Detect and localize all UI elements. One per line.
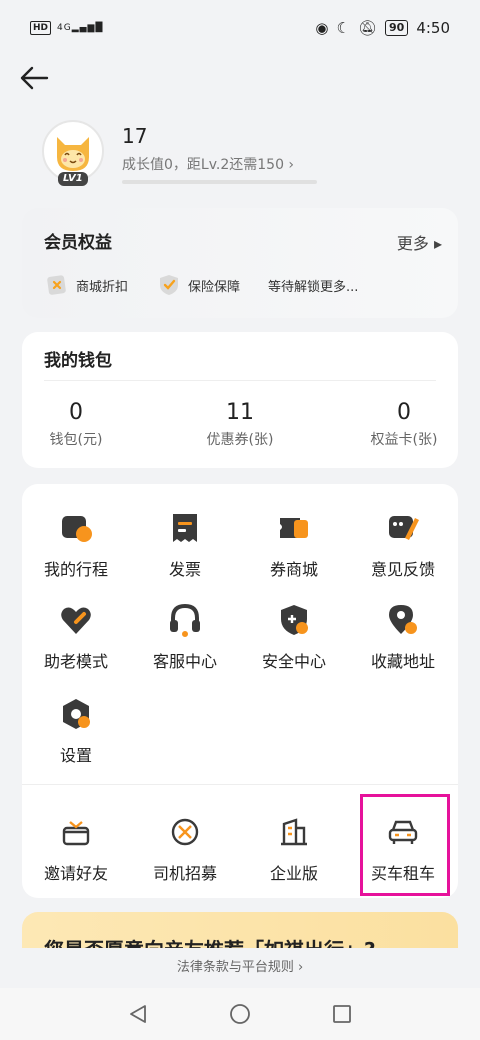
moon-icon: ☾ (336, 19, 350, 37)
back-arrow-icon (20, 66, 49, 90)
mute-bell-icon: 🔕︎ (357, 19, 377, 37)
username: 17 (122, 124, 148, 148)
growth-value-link[interactable]: 成长值0，距Lv.2还需150 › (122, 154, 294, 174)
highlight-box (360, 794, 450, 896)
square-recents-icon (333, 1005, 351, 1023)
status-left: HD 4G▂▄▆█ (30, 21, 103, 35)
wallet-benefit-cards[interactable]: 0 权益卡(张) (344, 400, 464, 449)
wallet-title: 我的钱包 (44, 351, 112, 371)
mall-discount-icon (44, 272, 70, 298)
level-badge: LV1 (58, 172, 88, 186)
gift-icon (62, 821, 90, 846)
service-invite-friends-label: 邀请好友 (43, 864, 108, 883)
steering-wheel-icon (171, 818, 199, 846)
service-saved-addresses[interactable]: 收藏地址 (349, 602, 457, 692)
service-safety-center[interactable]: 安全中心 (240, 602, 348, 692)
benefits-title: 会员权益 (44, 233, 112, 253)
service-driver-recruitment-label: 司机招募 (152, 864, 217, 883)
circle-home-icon (230, 1004, 250, 1024)
location-pin-icon (389, 605, 417, 634)
service-invoice-label: 发票 (168, 560, 201, 579)
wallet-card: 我的钱包 0 钱包(元) 11 优惠券(张) 0 权益卡(张) (22, 332, 458, 468)
services-divider (22, 784, 458, 785)
service-coupon-mall-label: 券商城 (269, 560, 318, 579)
service-saved-addresses-label: 收藏地址 (370, 652, 435, 671)
nav-back-button[interactable] (124, 1000, 152, 1028)
service-enterprise-label: 企业版 (269, 864, 318, 883)
building-icon (281, 818, 307, 846)
status-bar: HD 4G▂▄▆█ ◉ ☾ 🔕︎ 90 4:50 (0, 0, 480, 56)
benefits-more-link[interactable]: 更多 ▸ (397, 230, 442, 254)
back-button[interactable] (14, 60, 54, 96)
legal-terms-link[interactable]: 法律条款与平台规则 › (0, 948, 480, 988)
signal-icon: 4G▂▄▆█ (57, 23, 104, 33)
service-settings-label: 设置 (59, 746, 92, 765)
elder-mode-icon (61, 607, 91, 634)
insurance-icon (156, 272, 182, 298)
growth-progress-bar (122, 180, 317, 184)
recommend-survey-banner[interactable]: 您是否愿意向亲友推荐「如祺出行」? (22, 912, 458, 952)
wallet-benefit-cards-label: 权益卡(张) (370, 432, 438, 448)
benefit-insurance: 保险保障 (188, 279, 241, 295)
eye-icon: ◉ (315, 19, 329, 37)
benefit-more-unlock: 等待解锁更多... (268, 279, 359, 295)
service-customer-center-label: 客服中心 (152, 652, 217, 671)
triangle-back-icon (130, 1005, 146, 1023)
system-nav-bar (0, 988, 480, 1040)
wallet-coupons-value: 11 (226, 400, 254, 425)
service-elder-mode-label: 助老模式 (43, 652, 108, 671)
cat-mascot-icon (57, 137, 89, 171)
member-benefits-card[interactable]: 会员权益 更多 ▸ 商城折扣 保险保障 等待解锁更多... (22, 208, 458, 318)
service-my-trips-label: 我的行程 (43, 560, 108, 579)
trip-icon (62, 516, 92, 542)
wallet-balance-value: 0 (69, 400, 83, 425)
profile-header[interactable]: LV1 17 成长值0，距Lv.2还需150 › (42, 120, 442, 190)
hd-indicator: HD (30, 21, 52, 35)
nav-home-button[interactable] (226, 1000, 254, 1028)
wallet-coupons[interactable]: 11 优惠券(张) (180, 400, 300, 449)
service-invoice[interactable]: 发票 (131, 510, 239, 600)
benefits-list: 商城折扣 保险保障 等待解锁更多... (44, 272, 358, 298)
service-coupon-mall[interactable]: 券商城 (240, 510, 348, 600)
service-feedback-label: 意见反馈 (370, 560, 435, 579)
headset-icon (170, 603, 200, 637)
shield-icon (281, 605, 308, 635)
wallet-balance[interactable]: 0 钱包(元) (16, 400, 136, 449)
service-elder-mode[interactable]: 助老模式 (22, 602, 130, 692)
invoice-icon (173, 514, 197, 542)
network-type: 4G (57, 23, 72, 33)
coupon-mall-icon (280, 518, 308, 538)
settings-icon (63, 699, 90, 729)
feedback-icon (389, 516, 419, 540)
service-my-trips[interactable]: 我的行程 (22, 510, 130, 600)
wallet-divider (44, 380, 436, 381)
wallet-balance-label: 钱包(元) (49, 432, 103, 448)
status-right: ◉ ☾ 🔕︎ 90 4:50 (315, 19, 450, 37)
service-enterprise[interactable]: 企业版 (240, 814, 348, 904)
service-settings[interactable]: 设置 (22, 696, 130, 786)
service-invite-friends[interactable]: 邀请好友 (22, 814, 130, 904)
battery-icon: 90 (385, 20, 409, 36)
service-driver-recruitment[interactable]: 司机招募 (131, 814, 239, 904)
clock: 4:50 (416, 19, 450, 37)
wallet-benefit-cards-value: 0 (397, 400, 411, 425)
services-card: 我的行程 发票 券商城 意见反馈 助老模式 客服中心 安全中心 收藏地址 设置 … (22, 484, 458, 898)
service-customer-center[interactable]: 客服中心 (131, 602, 239, 692)
nav-recents-button[interactable] (328, 1000, 356, 1028)
service-safety-center-label: 安全中心 (261, 652, 326, 671)
benefit-mall-discount: 商城折扣 (76, 279, 129, 295)
wallet-coupons-label: 优惠券(张) (206, 432, 274, 448)
service-feedback[interactable]: 意见反馈 (349, 510, 457, 600)
